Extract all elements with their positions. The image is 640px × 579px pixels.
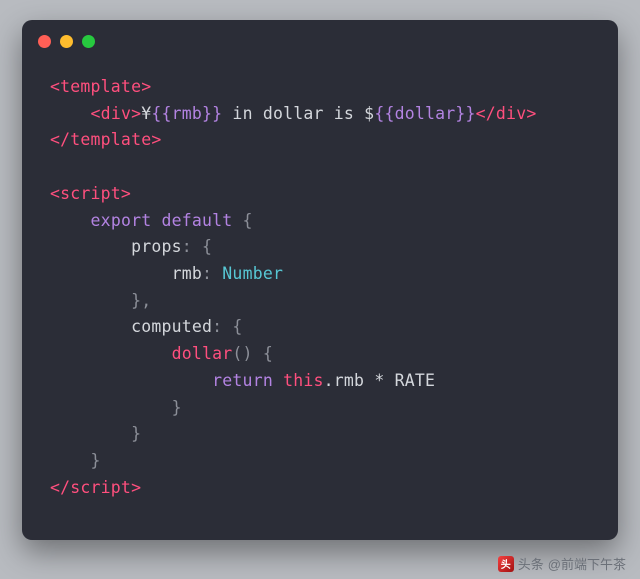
- attribution-handle: @前端下午茶: [548, 554, 626, 573]
- kw-return: return: [212, 371, 273, 390]
- code-block: <template> <div>¥{{rmb}} in dollar is ${…: [22, 62, 618, 520]
- code-text: in dollar is $: [222, 104, 374, 123]
- indent: [50, 424, 131, 443]
- indent: [50, 317, 131, 336]
- colon-brace: : {: [212, 317, 242, 336]
- code-text: ¥: [141, 104, 151, 123]
- indent: [50, 291, 131, 310]
- colon-brace: : {: [182, 237, 212, 256]
- mustache-dollar: {{dollar}}: [374, 104, 475, 123]
- brace: {: [232, 211, 252, 230]
- window-titlebar: [22, 20, 618, 62]
- attribution-source: 头条: [518, 554, 544, 573]
- indent: [50, 371, 212, 390]
- tag-div-open: <div>: [91, 104, 142, 123]
- brace-close: },: [131, 291, 151, 310]
- expr-rest: .rmb * RATE: [324, 371, 435, 390]
- brace-close: }: [91, 451, 101, 470]
- indent: [50, 211, 91, 230]
- colon: :: [202, 264, 222, 283]
- indent: [50, 344, 172, 363]
- brace-close: }: [172, 398, 182, 417]
- brace-close: }: [131, 424, 141, 443]
- code-window: <template> <div>¥{{rmb}} in dollar is ${…: [22, 20, 618, 540]
- tag-template-close: </template>: [50, 130, 161, 149]
- indent: [50, 398, 172, 417]
- indent: [50, 264, 172, 283]
- fn-dollar: dollar: [172, 344, 233, 363]
- source-logo-icon: 头: [498, 556, 514, 572]
- close-icon[interactable]: [38, 35, 51, 48]
- prop-props: props: [131, 237, 182, 256]
- indent: [50, 237, 131, 256]
- minimize-icon[interactable]: [60, 35, 73, 48]
- mustache-rmb: {{rmb}}: [151, 104, 222, 123]
- kw-this: this: [283, 371, 324, 390]
- prop-rmb: rmb: [172, 264, 202, 283]
- tag-div-close: </div>: [476, 104, 537, 123]
- tag-script-open: <script>: [50, 184, 131, 203]
- indent: [50, 104, 91, 123]
- attribution: 头 头条 @前端下午茶: [498, 554, 626, 573]
- tag-script-close: </script>: [50, 478, 141, 497]
- maximize-icon[interactable]: [82, 35, 95, 48]
- tag-template-open: <template>: [50, 77, 151, 96]
- prop-computed: computed: [131, 317, 212, 336]
- type-number: Number: [222, 264, 283, 283]
- kw-export-default: export default: [91, 211, 233, 230]
- paren-brace: () {: [232, 344, 273, 363]
- indent: [50, 451, 91, 470]
- space: [273, 371, 283, 390]
